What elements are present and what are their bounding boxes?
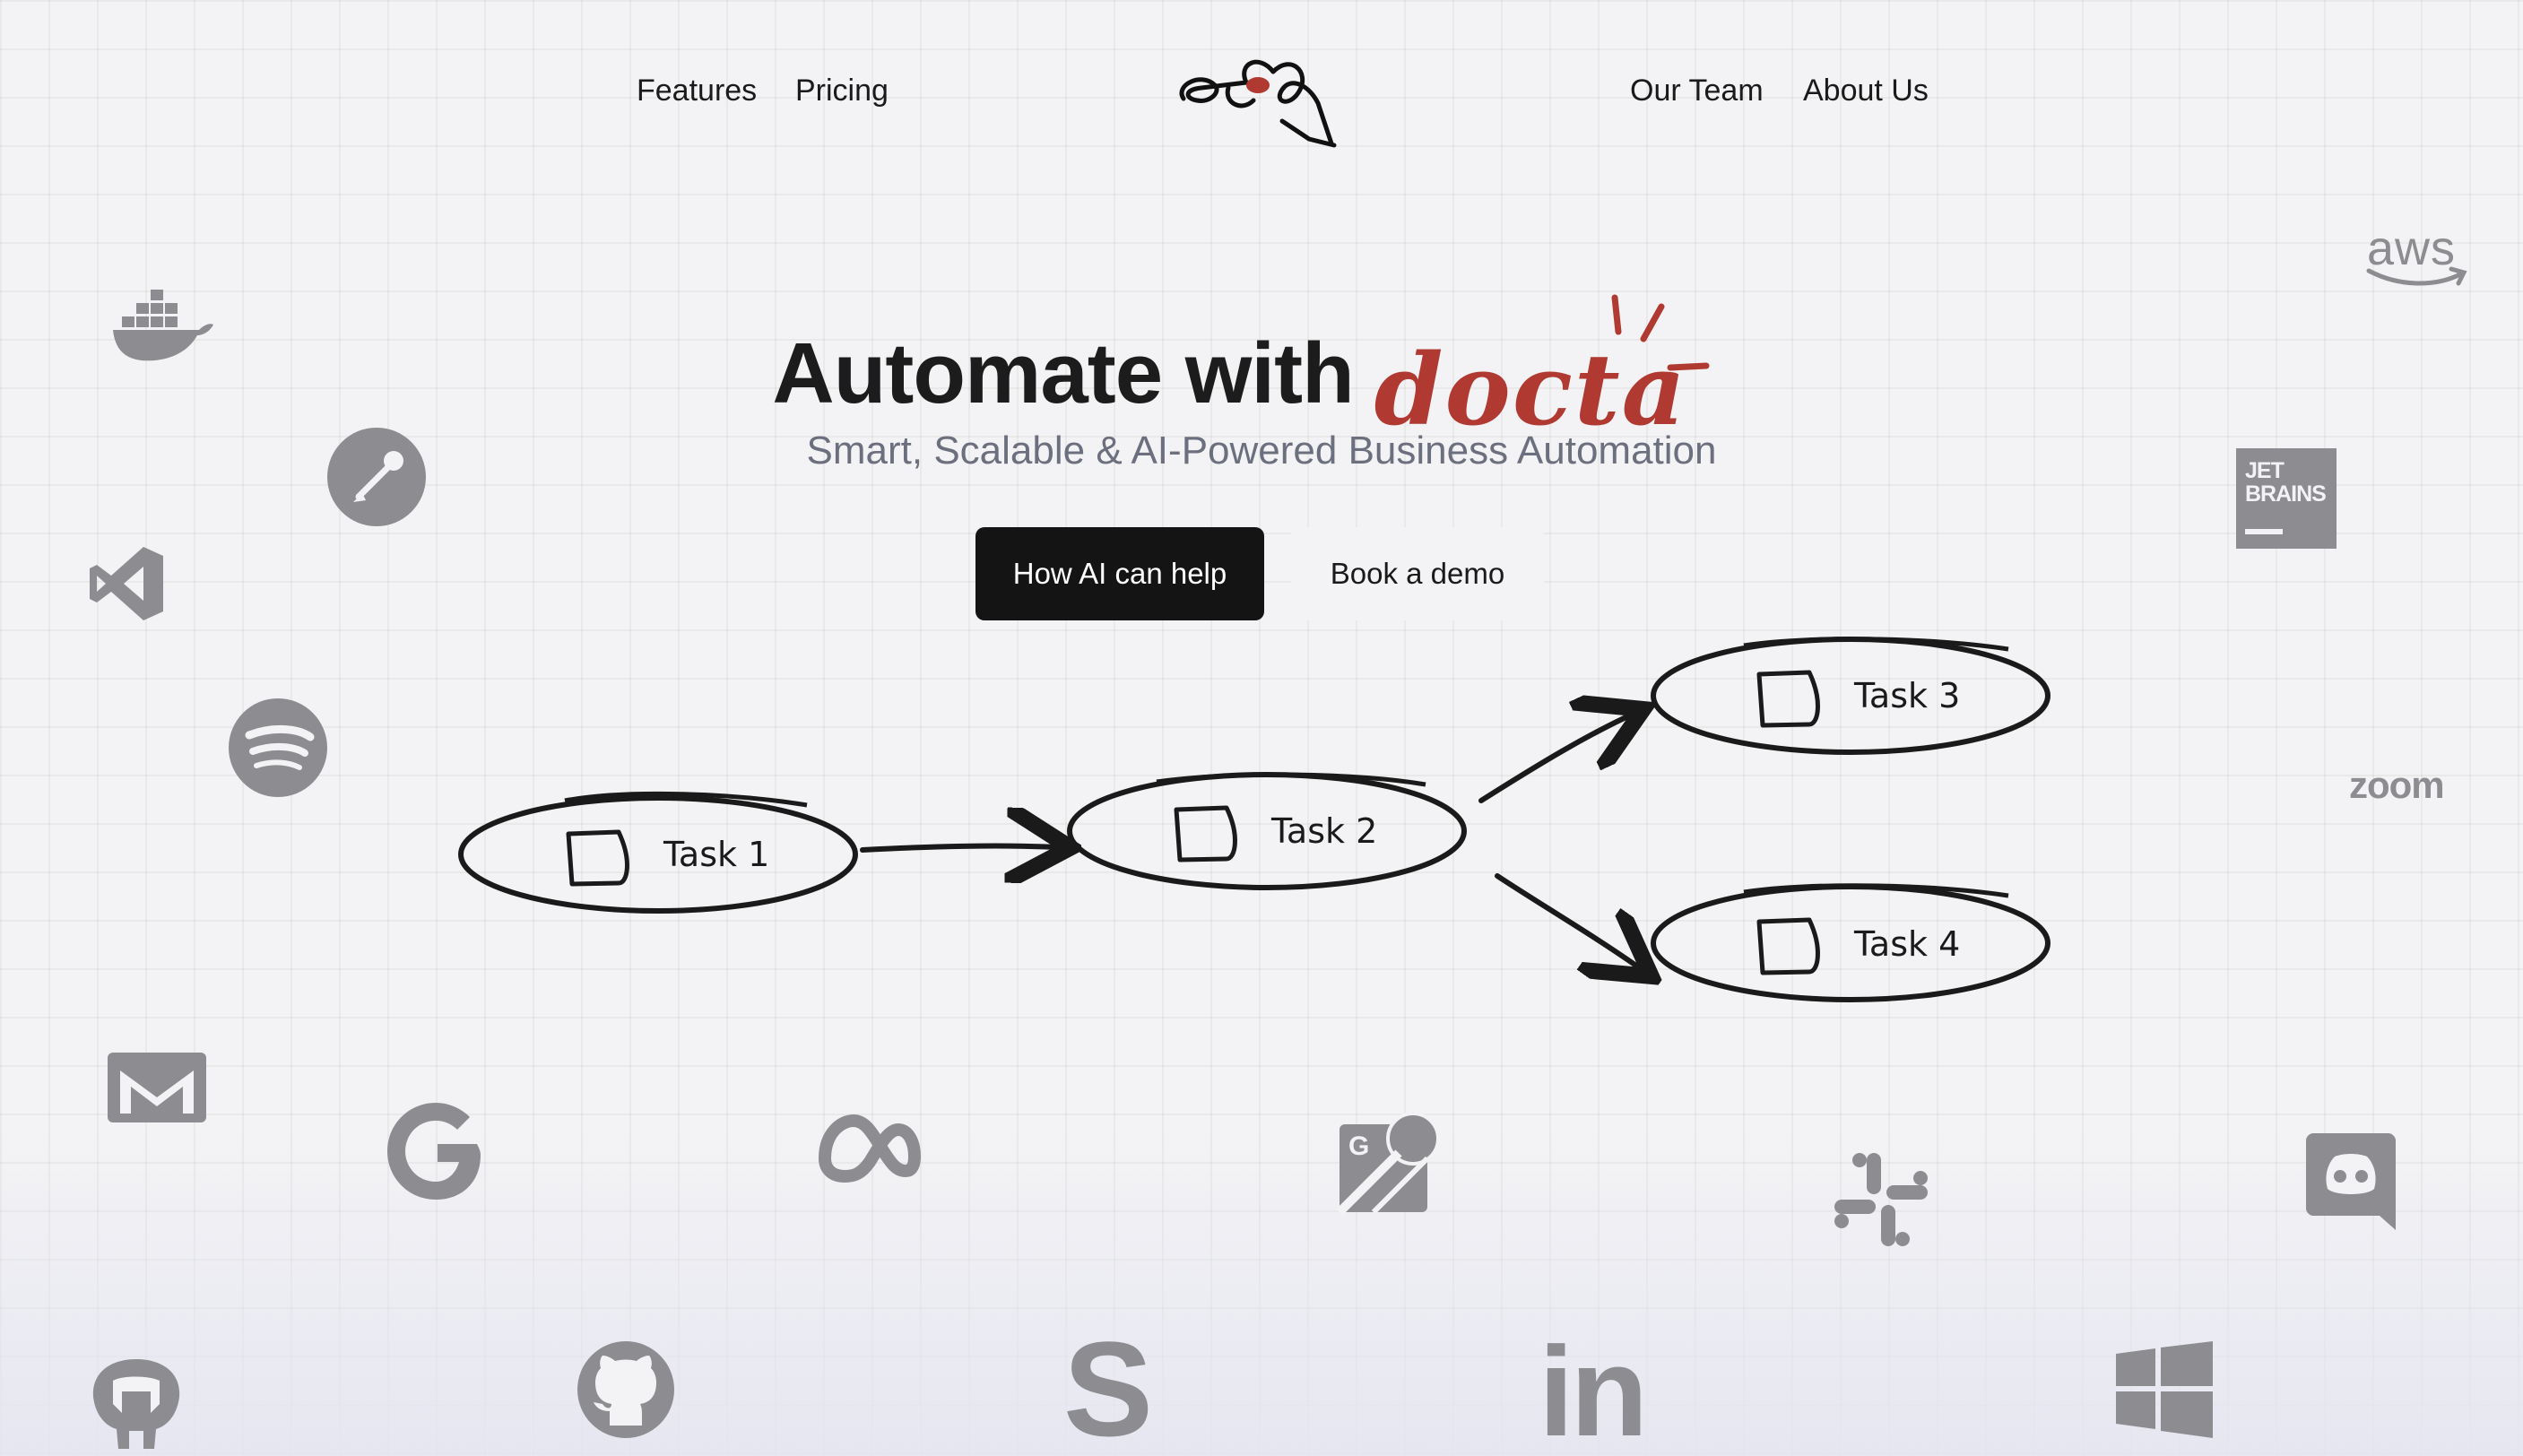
arrow-task1-task2 — [860, 846, 1060, 850]
task-3-label: Task 3 — [1853, 676, 1960, 715]
aws-icon: aws — [2363, 221, 2471, 292]
docker-icon — [109, 285, 215, 366]
hero-title-prefix: Automate with — [772, 325, 1354, 421]
linkedin-icon: in — [1539, 1321, 1648, 1456]
task-1-label: Task 1 — [663, 835, 769, 874]
task-4-label: Task 4 — [1853, 924, 1960, 964]
task-node-4: Task 4 — [1651, 883, 2050, 1002]
task-flow-diagram: Task 1 Task 2 Task 3 Task 4 — [458, 637, 2050, 1002]
meta-icon — [818, 1112, 922, 1183]
zoom-icon: zoom — [2349, 764, 2445, 806]
discord-icon — [2304, 1131, 2397, 1232]
arrow-task2-task4 — [1495, 873, 1643, 970]
visual-studio-icon — [88, 545, 165, 622]
task-2-label: Task 2 — [1270, 811, 1377, 851]
google-icon — [384, 1099, 488, 1203]
postgresql-icon — [86, 1354, 186, 1454]
spotify-icon — [228, 698, 328, 798]
task-node-2: Task 2 — [1067, 772, 1467, 890]
jetbrains-label-brains: BRAINS — [2245, 481, 2327, 507]
jetbrains-label-jet: JET — [2245, 458, 2285, 483]
nav-our-team-link[interactable]: Our Team — [1630, 74, 1764, 108]
slack-icon — [1831, 1149, 1931, 1250]
google-maps-icon: G — [1336, 1112, 1440, 1216]
book-demo-button[interactable]: Book a demo — [1291, 527, 1544, 620]
task-node-1: Task 1 — [458, 791, 858, 914]
gmail-icon — [106, 1051, 208, 1124]
google-maps-letter: G — [1348, 1131, 1369, 1161]
github-icon — [576, 1339, 676, 1440]
windows-icon — [2114, 1339, 2215, 1440]
nav-about-us-link[interactable]: About Us — [1803, 74, 1929, 108]
postman-icon — [326, 427, 427, 527]
task-node-3: Task 3 — [1651, 637, 2050, 755]
arrow-task2-task3 — [1478, 714, 1634, 803]
landing-page: Features Pricing Our Team About Us Autom… — [0, 0, 2523, 1456]
skype-icon: S — [1063, 1313, 1154, 1456]
jetbrains-icon: JET BRAINS — [2236, 448, 2337, 549]
docta-logo[interactable] — [1175, 36, 1345, 152]
nav-features-link[interactable]: Features — [637, 74, 757, 108]
how-ai-can-help-button[interactable]: How AI can help — [975, 527, 1264, 620]
nav-pricing-link[interactable]: Pricing — [795, 74, 889, 108]
